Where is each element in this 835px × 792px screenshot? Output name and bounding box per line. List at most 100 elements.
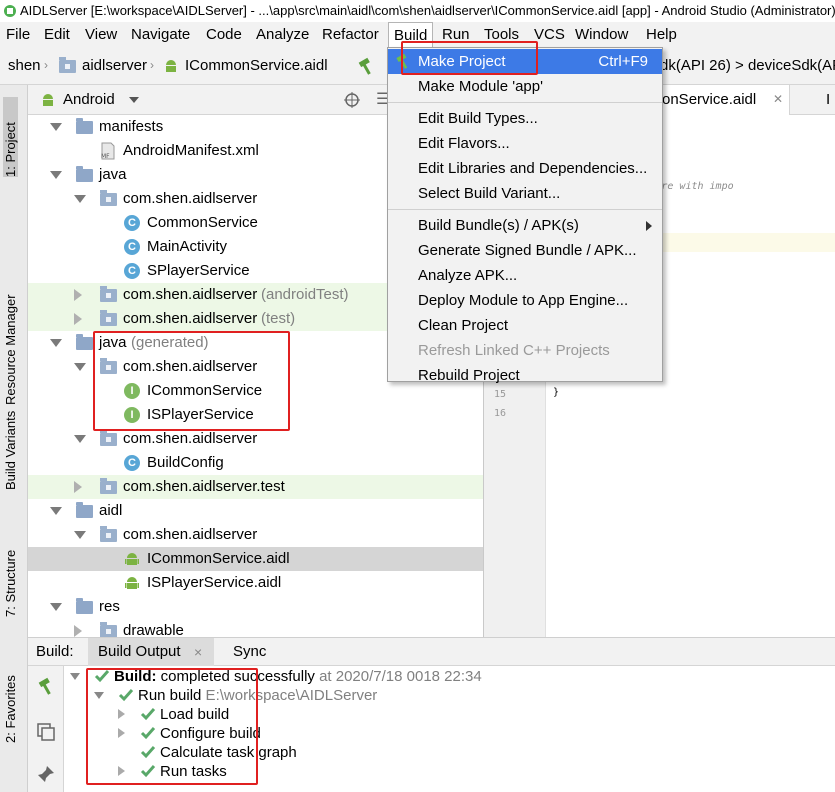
menu-edit[interactable]: Edit xyxy=(39,22,75,47)
menu-item[interactable]: Clean Project xyxy=(388,313,662,338)
build-output-row[interactable]: Configure build xyxy=(64,724,835,743)
chevron-down-icon[interactable] xyxy=(50,507,62,515)
menu-item[interactable]: Generate Signed Bundle / APK... xyxy=(388,238,662,263)
menu-item-label: Make Project xyxy=(418,53,506,70)
menu-run[interactable]: Run xyxy=(437,22,475,47)
breadcrumb-shen[interactable]: shen xyxy=(8,47,41,85)
tree-row[interactable]: com.shen.aidlserver xyxy=(28,523,483,547)
locate-icon[interactable] xyxy=(343,91,361,109)
pin-icon[interactable] xyxy=(36,764,56,784)
editor-tab-active[interactable]: onService.aidl ✕ xyxy=(660,85,790,115)
tree-item-label: MainActivity xyxy=(147,238,228,255)
success-check-icon xyxy=(140,746,156,759)
chevron-down-icon[interactable] xyxy=(74,531,86,539)
folder-icon xyxy=(76,118,93,134)
build-output-row[interactable]: Load build xyxy=(64,705,835,724)
chevron-down-icon[interactable] xyxy=(50,339,62,347)
build-row-label: Load build xyxy=(160,706,230,723)
editor-tab-next[interactable]: I xyxy=(826,85,830,115)
menu-item[interactable]: Deploy Module to App Engine... xyxy=(388,288,662,313)
menu-item[interactable]: Make Project Ctrl+F9 xyxy=(388,49,662,74)
tool-tab-structure[interactable]: 7: Structure xyxy=(3,527,18,617)
hammer-icon[interactable] xyxy=(356,56,376,76)
menu-analyze[interactable]: Analyze xyxy=(251,22,314,47)
menu-help[interactable]: Help xyxy=(641,22,682,47)
chevron-right-icon[interactable] xyxy=(74,625,82,637)
close-icon[interactable]: × xyxy=(194,638,202,666)
menu-item[interactable]: Edit Libraries and Dependencies... xyxy=(388,156,662,181)
tree-row[interactable]: I ISPlayerService xyxy=(28,403,483,427)
menu-item[interactable]: Analyze APK... xyxy=(388,263,662,288)
build-row-label: Run tasks xyxy=(160,763,227,780)
project-view-selector[interactable]: Android xyxy=(63,85,115,115)
tool-tab-build-variants[interactable]: Build Variants xyxy=(3,390,18,490)
menu-item[interactable]: Edit Flavors... xyxy=(388,131,662,156)
chevron-down-icon[interactable] xyxy=(50,603,62,611)
menu-navigate[interactable]: Navigate xyxy=(126,22,195,47)
tree-row[interactable]: res xyxy=(28,595,483,619)
chevron-right-icon[interactable] xyxy=(118,709,125,719)
menu-item[interactable]: Build Bundle(s) / APK(s) xyxy=(388,213,662,238)
menu-item[interactable]: Edit Build Types... xyxy=(388,106,662,131)
chevron-right-icon[interactable] xyxy=(74,289,82,301)
chevron-right-icon[interactable] xyxy=(74,313,82,325)
menu-build[interactable]: Build xyxy=(388,22,434,47)
android-icon xyxy=(125,577,139,589)
tree-row[interactable]: ISPlayerService.aidl xyxy=(28,571,483,595)
menu-view[interactable]: View xyxy=(80,22,122,47)
window-title: AIDLServer [E:\workspace\AIDLServer] - .… xyxy=(20,3,835,18)
menu-code[interactable]: Code xyxy=(201,22,247,47)
build-output-row[interactable]: Run build E:\workspace\AIDLServer xyxy=(64,686,835,705)
folder-icon xyxy=(76,166,93,182)
chevron-right-icon[interactable] xyxy=(118,728,125,738)
tree-row[interactable]: com.shen.aidlserver xyxy=(28,427,483,451)
build-output-row[interactable]: Run tasks xyxy=(64,762,835,781)
tree-item-label: ICommonService xyxy=(147,382,263,399)
chevron-right-icon[interactable] xyxy=(74,481,82,493)
chevron-down-icon[interactable] xyxy=(74,363,86,371)
chevron-down-icon[interactable] xyxy=(50,171,62,179)
breadcrumb-aidlserver[interactable]: aidlserver xyxy=(82,47,147,85)
breadcrumb-file[interactable]: ICommonService.aidl xyxy=(185,47,328,85)
menu-file[interactable]: File xyxy=(1,22,35,47)
tree-item-label: aidl xyxy=(99,502,123,519)
tree-row[interactable]: C BuildConfig xyxy=(28,451,483,475)
tab-sync[interactable]: Sync xyxy=(233,638,266,666)
chevron-down-icon[interactable] xyxy=(50,123,62,131)
tool-tab-project[interactable]: 1: Project xyxy=(3,97,18,177)
chevron-down-icon[interactable] xyxy=(129,97,139,103)
tree-item-label: com.shen.aidlserver xyxy=(123,526,258,543)
menu-window[interactable]: Window xyxy=(570,22,633,47)
build-output-row[interactable]: Build: completed successfully at 2020/7/… xyxy=(64,667,835,686)
tool-tab-favorites[interactable]: 2: Favorites xyxy=(3,653,18,743)
run-configuration[interactable]: dk(API 26) > deviceSdk(AP xyxy=(660,47,835,85)
menu-item[interactable]: Make Module 'app' xyxy=(388,74,662,99)
menu-item[interactable]: Select Build Variant... xyxy=(388,181,662,206)
chevron-down-icon[interactable] xyxy=(74,195,86,203)
hammer-icon[interactable] xyxy=(36,676,56,696)
left-tool-strip: 1: Project Resource Manager Build Varian… xyxy=(0,85,28,792)
tab-build-output[interactable]: Build Output × xyxy=(88,638,214,666)
chevron-down-icon[interactable] xyxy=(70,673,80,680)
tree-row[interactable]: com.shen.aidlserver.test xyxy=(28,475,483,499)
menu-tools[interactable]: Tools xyxy=(479,22,524,47)
menu-vcs[interactable]: VCS xyxy=(529,22,570,47)
chevron-down-icon[interactable] xyxy=(74,435,86,443)
tool-tab-resource-manager[interactable]: Resource Manager xyxy=(3,215,18,405)
build-output-row[interactable]: Calculate task graph xyxy=(64,743,835,762)
tree-row[interactable]: ICommonService.aidl xyxy=(28,547,483,571)
close-icon[interactable]: ✕ xyxy=(773,92,783,106)
tree-item-label: java xyxy=(99,334,127,351)
menu-refactor[interactable]: Refactor xyxy=(317,22,384,47)
tree-item-label: CommonService xyxy=(147,214,258,231)
tree-row[interactable]: drawable xyxy=(28,619,483,637)
chevron-down-icon[interactable] xyxy=(94,692,104,699)
chevron-right-icon[interactable] xyxy=(118,766,125,776)
package-icon xyxy=(100,622,117,637)
menu-item-label: Build Bundle(s) / APK(s) xyxy=(418,217,579,234)
build-output-tree: Build: completed successfully at 2020/7/… xyxy=(64,666,835,792)
toggle-view-icon[interactable] xyxy=(36,722,56,742)
success-check-icon xyxy=(140,708,156,721)
tree-row[interactable]: aidl xyxy=(28,499,483,523)
menu-item[interactable]: Rebuild Project xyxy=(388,363,662,388)
